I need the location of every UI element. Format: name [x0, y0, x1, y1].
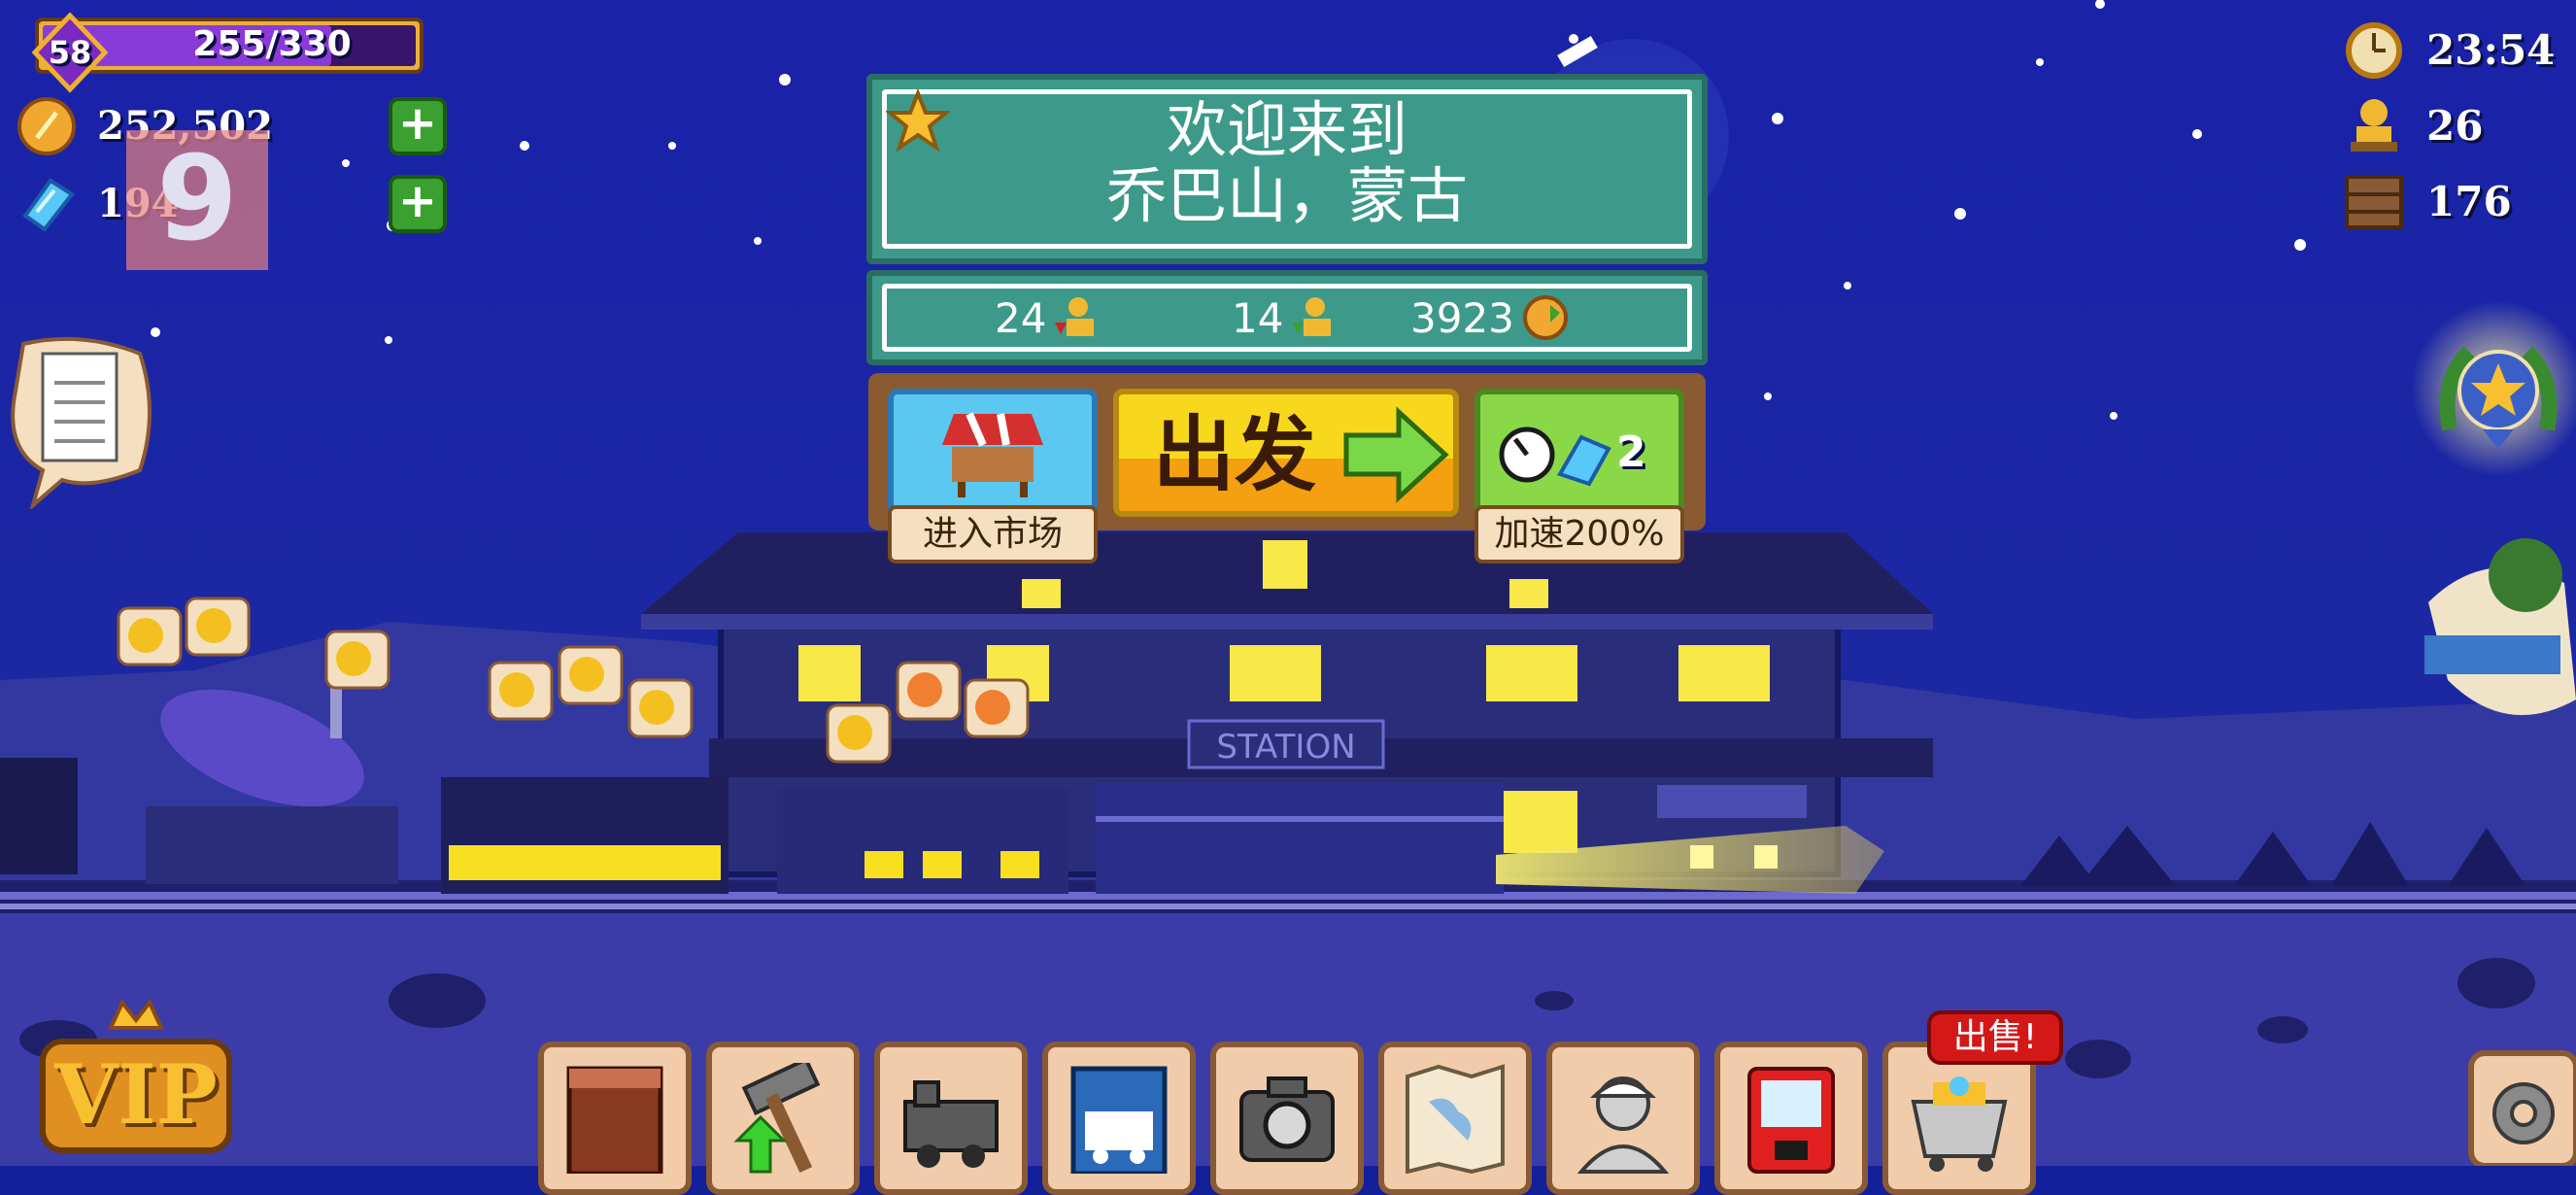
smiley-bubble[interactable]: [117, 606, 186, 676]
coin-icon: [1521, 293, 1570, 342]
stat-workers-value: 14: [1232, 294, 1284, 342]
stat-coins-value: 3923: [1410, 294, 1514, 342]
sale-label: 出售!: [1952, 1017, 2038, 1057]
gem-icon: [16, 173, 78, 235]
shop-cart-icon: [1911, 1076, 2008, 1172]
train-card-icon: [1070, 1066, 1168, 1174]
arrow-right-icon: [1342, 406, 1451, 503]
market-stall-icon: [942, 412, 1043, 497]
add-gems-button[interactable]: +: [389, 175, 447, 233]
crate-icon: [2343, 171, 2405, 233]
welcome-heading: 欢迎来到: [1166, 94, 1407, 165]
camera-icon: [1239, 1076, 1335, 1162]
hammer-icon: [733, 1063, 821, 1174]
gem-icon: [1557, 434, 1611, 487]
smiley-bubble[interactable]: [627, 678, 697, 748]
overlay-number-badge: 9: [126, 130, 268, 270]
smiley-bubble[interactable]: [324, 630, 394, 700]
level-text: 58: [48, 34, 92, 71]
train-collection-button[interactable]: [1042, 1041, 1196, 1195]
achievement-medal-icon: [2439, 346, 2558, 449]
smiley-bubble[interactable]: [558, 645, 627, 715]
document-icon: [41, 352, 119, 462]
vip-label: VIP: [54, 1046, 218, 1143]
coin-icon: [16, 95, 78, 157]
workers-button[interactable]: [1546, 1041, 1700, 1195]
stat-passengers-value: 24: [995, 294, 1047, 342]
xp-text: 255/330: [192, 24, 352, 64]
speedometer-icon: [1499, 427, 1555, 483]
person-red-icon: [1051, 293, 1098, 340]
guide-book-button[interactable]: [538, 1041, 692, 1195]
person-green-icon: [1288, 293, 1335, 340]
worried-bubble[interactable]: [964, 678, 1034, 748]
add-coins-button[interactable]: +: [389, 97, 447, 155]
smiley-bubble[interactable]: [488, 661, 558, 731]
market-label: 进入市场: [922, 514, 1063, 554]
camera-button[interactable]: [1210, 1041, 1364, 1195]
town-stats-panel: [866, 270, 1708, 365]
gear-icon: [2492, 1082, 2555, 1144]
depart-label: 出发: [1152, 407, 1316, 502]
build-button[interactable]: [706, 1041, 860, 1195]
map-icon: [1406, 1064, 1505, 1174]
crown-icon: [107, 999, 165, 1030]
game-clock: 23:54: [2426, 26, 2556, 74]
city-name: 乔巴山，蒙古: [1105, 160, 1468, 231]
book-icon: [566, 1066, 663, 1174]
clock-icon: [2343, 17, 2405, 80]
smiley-bubble[interactable]: [185, 597, 254, 666]
station-sign: STATION: [1216, 728, 1355, 767]
gacha-machine-icon: [1747, 1067, 1835, 1174]
worker-icon: [1576, 1076, 1670, 1174]
news-bubble[interactable]: [4, 334, 155, 511]
locomotive-icon: [903, 1080, 999, 1168]
trains-button[interactable]: [874, 1041, 1028, 1195]
worried-bubble[interactable]: [896, 661, 966, 731]
gacha-button[interactable]: [1714, 1041, 1868, 1195]
speed-label: 加速200%: [1494, 514, 1665, 554]
settings-button[interactable]: [2467, 1049, 2576, 1169]
population-count: 26: [2426, 102, 2484, 150]
smiley-bubble[interactable]: [826, 703, 896, 773]
cargo-count: 176: [2426, 178, 2512, 225]
achievement-medal-button[interactable]: [2430, 323, 2566, 468]
map-button[interactable]: [1378, 1041, 1532, 1195]
enter-market-button[interactable]: [888, 389, 1098, 517]
trophy-icon: [2343, 93, 2405, 155]
speed-up-cost: 2: [1616, 427, 1646, 477]
